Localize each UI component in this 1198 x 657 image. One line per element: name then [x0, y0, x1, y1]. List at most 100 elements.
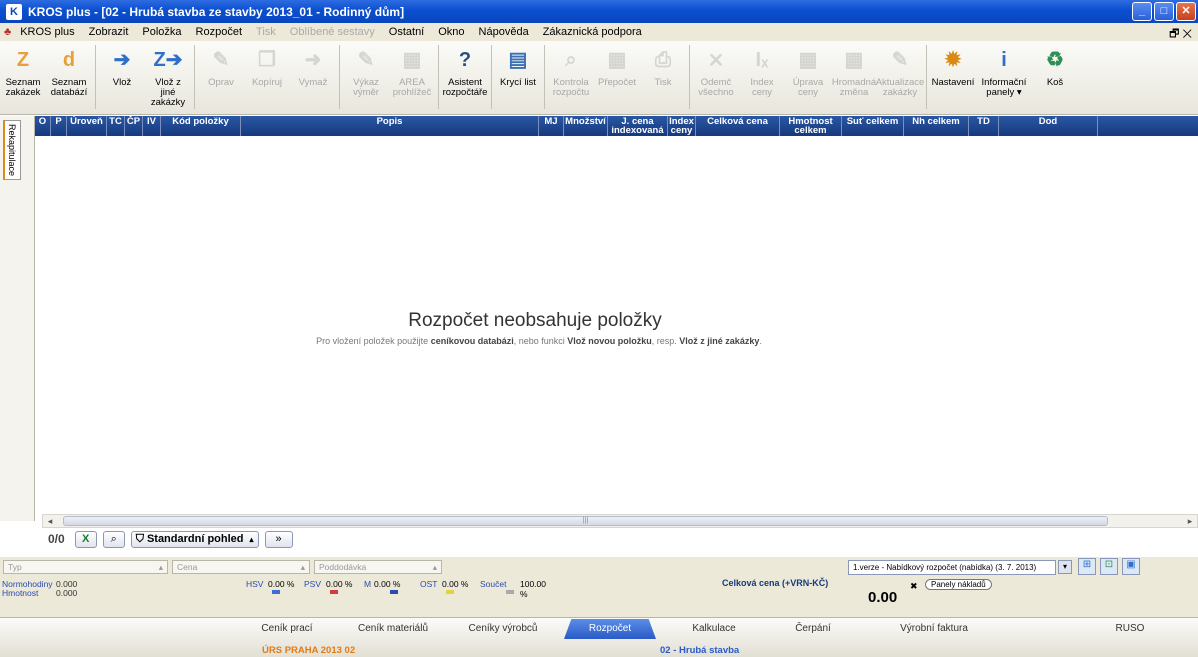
menu-item-zákaznická-podpora[interactable]: Zákaznická podpora — [536, 26, 649, 38]
column-header[interactable]: Kód položky — [161, 116, 241, 136]
view-selector[interactable]: ⛉ Standardní pohled ▴ — [130, 530, 259, 548]
cena-combo[interactable]: Cena ▴ — [172, 560, 310, 574]
menu-item-zobrazit[interactable]: Zobrazit — [82, 26, 136, 38]
toolbar-button-1[interactable]: d Seznam databází — [46, 45, 92, 98]
grid-body[interactable]: Rozpočet neobsahuje položky Pro vložení … — [35, 136, 1198, 521]
tab-ceník-prací[interactable]: Ceník prací — [246, 623, 328, 634]
column-header[interactable]: Množství — [564, 116, 608, 136]
toolbar-button-10[interactable]: ▤ Krycí list — [495, 45, 541, 88]
scroll-right-icon[interactable]: ▸ — [1183, 515, 1197, 527]
excel-export-button[interactable]: X — [74, 530, 97, 548]
column-header[interactable]: Index ceny — [668, 116, 696, 136]
toolbar-button-13[interactable]: ⎙ Tisk — [640, 45, 686, 88]
menu-item-nápověda[interactable]: Nápověda — [472, 26, 536, 38]
menu-item-oblíbené-sestavy[interactable]: Oblíbené sestavy — [283, 26, 382, 38]
toolbar-button-21[interactable]: ♻ Koš — [1032, 45, 1078, 88]
toolbar-button-11[interactable]: ⌕ Kontrola rozpočtu — [548, 45, 594, 98]
view-label: Standardní pohled — [146, 533, 244, 545]
maximize-icon[interactable]: □ — [1154, 2, 1174, 21]
toolbar-icon: ✎ — [891, 49, 909, 71]
close-icon[interactable]: ✕ — [1176, 2, 1196, 21]
toolbar-icon: ➔ — [113, 49, 131, 71]
toolbar-separator — [491, 45, 492, 109]
horizontal-scrollbar[interactable]: ◂ ||| ▸ — [42, 514, 1198, 528]
column-header[interactable]: Úroveň — [67, 116, 107, 136]
toolbar-button-8[interactable]: ▦ AREA prohlížeč — [389, 45, 435, 98]
toolbar-button-14[interactable]: ⨯ Odemč všechno — [693, 45, 739, 98]
tab-výrobní-faktura[interactable]: Výrobní faktura — [881, 623, 987, 634]
version-copy-icon[interactable]: ⊡ — [1100, 558, 1118, 575]
poddodavka-combo[interactable]: Poddodávka ▴ — [314, 560, 442, 574]
share-bar — [390, 590, 398, 594]
column-header[interactable]: TD — [969, 116, 999, 136]
column-header[interactable]: Celková cena — [696, 116, 780, 136]
toolbar-separator — [438, 45, 439, 109]
menu-item-ostatní[interactable]: Ostatní — [382, 26, 431, 38]
column-header[interactable]: O — [35, 116, 51, 136]
side-tab-rekapitulace[interactable]: Rekapitulace — [3, 120, 21, 180]
column-header[interactable]: TC — [107, 116, 125, 136]
tab-rozpočet[interactable]: Rozpočet — [564, 619, 656, 639]
menu-item-tisk[interactable]: Tisk — [249, 26, 283, 38]
link-vloz-z-jine-zakazky[interactable]: Vlož z jiné zakázky — [679, 336, 759, 346]
toolbar-button-17[interactable]: ▦ Hromadná změna — [831, 45, 877, 98]
toolbar-icon: ▦ — [402, 49, 422, 71]
version-settings-icon[interactable]: ▣ — [1122, 558, 1140, 575]
toolbar-button-7[interactable]: ✎ Výkaz výměr — [343, 45, 389, 98]
column-header[interactable]: ČP — [125, 116, 143, 136]
toolbar-label: Úprava ceny — [792, 77, 824, 98]
typ-combo[interactable]: Typ ▴ — [3, 560, 168, 574]
menu-item-kros-plus[interactable]: KROS plus — [13, 26, 81, 38]
dropdown-icon: ▴ — [300, 561, 305, 572]
column-header[interactable]: J. cena indexovaná — [608, 116, 668, 136]
version-add-icon[interactable]: ⊞ — [1078, 558, 1096, 575]
minimize-icon[interactable]: _ — [1132, 2, 1152, 21]
column-header[interactable]: P — [51, 116, 67, 136]
toolbar-button-20[interactable]: i Informační panely ▾ — [976, 45, 1032, 98]
toolbar-button-9[interactable]: ? Asistent rozpočtáře — [442, 45, 488, 98]
panely-nakladu-button[interactable]: Panely nákladů — [925, 579, 992, 590]
scroll-left-icon[interactable]: ◂ — [43, 515, 57, 527]
menu-item-okno[interactable]: Okno — [431, 26, 471, 38]
column-header[interactable]: Suť celkem — [842, 116, 904, 136]
toolbar-button-15[interactable]: Iₓ Index ceny — [739, 45, 785, 98]
side-panel: Rekapitulace — [0, 116, 35, 521]
toolbar-button-2[interactable]: ➔ Vlož — [99, 45, 145, 88]
link-vloz-novou-polozku[interactable]: Vlož novou položku — [567, 336, 652, 346]
version-select[interactable]: 1.verze - Nabídkový rozpočet (nabídka) (… — [848, 560, 1056, 575]
tab-čerpání[interactable]: Čerpání — [772, 623, 854, 634]
toolbar-button-3[interactable]: Z➔ Vlož z jiné zakázky — [145, 45, 191, 108]
scroll-thumb[interactable]: ||| — [63, 516, 1108, 526]
tab-ceník-materiálů[interactable]: Ceník materiálů — [345, 623, 441, 634]
menu-item-položka[interactable]: Položka — [135, 26, 188, 38]
toolbar-button-6[interactable]: ➜ Vymaž — [290, 45, 336, 88]
column-header[interactable]: MJ — [539, 116, 564, 136]
link-cenikova-databaze[interactable]: ceníkovou databázi — [431, 336, 514, 346]
toolbar-button-5[interactable]: ❐ Kopíruj — [244, 45, 290, 88]
tab-ruso[interactable]: RUSO — [1090, 623, 1170, 634]
toolbar-icon: ➜ — [304, 49, 322, 71]
toolbar-button-16[interactable]: ▦ Úprava ceny — [785, 45, 831, 98]
version-dropdown-icon[interactable]: ▾ — [1058, 560, 1072, 574]
toolbar-button-0[interactable]: Z Seznam zakázek — [0, 45, 46, 98]
close-icon[interactable]: ✖ — [910, 581, 918, 592]
column-header[interactable]: IV — [143, 116, 161, 136]
toolbar-button-12[interactable]: ▦ Přepočet — [594, 45, 640, 88]
column-header[interactable]: Dod — [999, 116, 1098, 136]
empty-title: Rozpočet neobsahuje položky — [408, 310, 662, 331]
share-ost: OST 0.00 % — [420, 579, 480, 599]
menu-item-rozpočet[interactable]: Rozpočet — [189, 26, 249, 38]
tab-ceníky-výrobců[interactable]: Ceníky výrobců — [455, 623, 551, 634]
toolbar-label: Kopíruj — [251, 77, 283, 88]
tab-kalkulace[interactable]: Kalkulace — [673, 623, 755, 634]
column-header[interactable]: Nh celkem — [904, 116, 969, 136]
search-button[interactable]: ⌕ — [102, 530, 125, 548]
column-header[interactable]: Hmotnost celkem — [780, 116, 842, 136]
toolbar-button-19[interactable]: ✹ Nastavení — [930, 45, 976, 88]
more-button[interactable]: » — [264, 530, 293, 548]
toolbar-button-4[interactable]: ✎ Oprav — [198, 45, 244, 88]
column-header[interactable]: Popis — [241, 116, 539, 136]
toolbar-icon: ▦ — [844, 49, 864, 71]
toolbar-button-18[interactable]: ✎ Aktualizace zakázky — [876, 45, 925, 98]
toolbar-icon: ⨯ — [707, 49, 725, 71]
